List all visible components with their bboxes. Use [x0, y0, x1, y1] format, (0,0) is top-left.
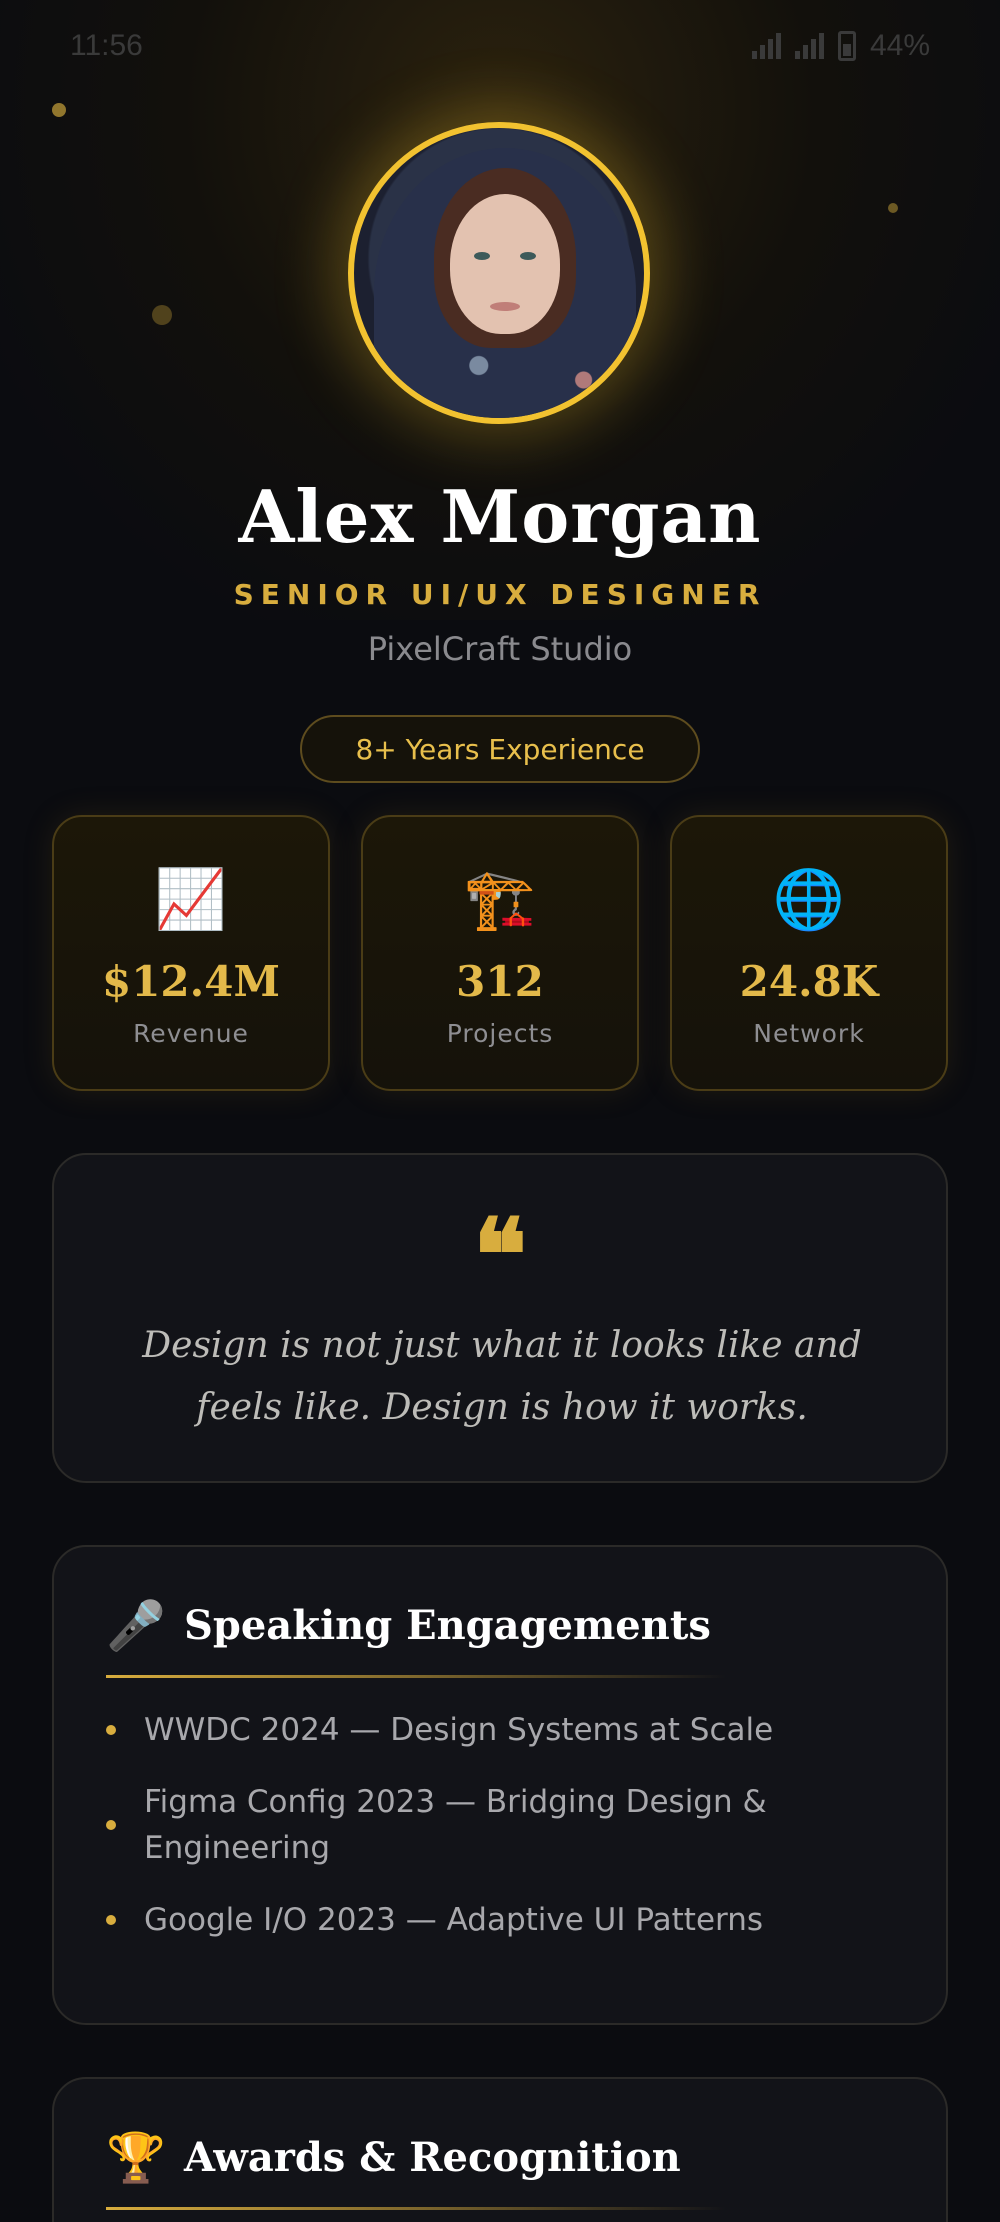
stat-value: $12.4M: [101, 957, 280, 1006]
list-item: WWDC 2024 — Design Systems at Scale: [106, 1707, 898, 1753]
avatar-eye: [520, 252, 536, 260]
speaking-list: WWDC 2024 — Design Systems at Scale Figm…: [106, 1707, 898, 1969]
speaking-header: 🎤 Speaking Engagements: [106, 1597, 711, 1654]
construction-crane-icon: 🏗️: [463, 865, 537, 933]
signal-icon: [794, 33, 824, 59]
awards-header: 🏆 Awards & Recognition: [106, 2129, 681, 2186]
chart-increasing-icon: 📈: [154, 865, 228, 933]
stat-card-network[interactable]: 🌐 24.8K Network: [670, 815, 948, 1091]
avatar[interactable]: [348, 122, 650, 424]
quote-text: Design is not just what it looks like an…: [142, 1325, 862, 1428]
speaking-title: Speaking Engagements: [184, 1602, 711, 1649]
section-divider: [106, 1675, 726, 1678]
stat-value: 312: [456, 957, 544, 1006]
avatar-lips: [490, 302, 520, 311]
avatar-eye: [474, 252, 490, 260]
list-item-text: WWDC 2024 — Design Systems at Scale: [144, 1712, 774, 1748]
awards-title: Awards & Recognition: [184, 2134, 681, 2181]
stat-value: 24.8K: [739, 957, 879, 1006]
awards-card: 🏆 Awards & Recognition: [52, 2077, 948, 2222]
quote-card: ❝ Design is not just what it looks like …: [52, 1153, 948, 1483]
battery-icon: [837, 31, 856, 61]
list-item: Google I/O 2023 — Adaptive UI Patterns: [106, 1897, 898, 1943]
globe-icon: 🌐: [772, 865, 846, 933]
status-time: 11:56: [70, 29, 143, 62]
stat-label: Projects: [446, 1019, 554, 1048]
trophy-icon: 🏆: [106, 2130, 166, 2186]
profile-role: SENIOR UI/UX DESIGNER: [233, 578, 767, 611]
stat-card-revenue[interactable]: 📈 $12.4M Revenue: [52, 815, 330, 1091]
section-divider: [106, 2207, 726, 2210]
status-icons: 44%: [751, 29, 930, 63]
stat-card-projects[interactable]: 🏗️ 312 Projects: [361, 815, 639, 1091]
decor-dot: [888, 203, 898, 213]
battery-level: 44%: [869, 29, 930, 62]
microphone-icon: 🎤: [106, 1598, 166, 1654]
bullet-icon: [106, 1725, 116, 1735]
quote-mark-icon: ❝: [473, 1196, 527, 1314]
list-item-text: Figma Config 2023 — Bridging Design & En…: [144, 1784, 767, 1866]
list-item: Figma Config 2023 — Bridging Design & En…: [106, 1779, 898, 1871]
profile-name: Alex Morgan: [238, 474, 762, 559]
list-item-text: Google I/O 2023 — Adaptive UI Patterns: [144, 1902, 764, 1938]
bullet-icon: [106, 1820, 116, 1830]
status-bar: 11:56 44%: [0, 0, 1000, 92]
speaking-card: 🎤 Speaking Engagements WWDC 2024 — Desig…: [52, 1545, 948, 2025]
bullet-icon: [106, 1915, 116, 1925]
decor-dot: [52, 103, 66, 117]
stat-label: Network: [753, 1019, 865, 1048]
avatar-face: [450, 194, 560, 334]
experience-badge: 8+ Years Experience: [300, 715, 700, 783]
signal-icon: [751, 33, 781, 59]
decor-dot: [152, 305, 172, 325]
profile-company: PixelCraft Studio: [367, 630, 633, 668]
stat-label: Revenue: [133, 1019, 249, 1048]
